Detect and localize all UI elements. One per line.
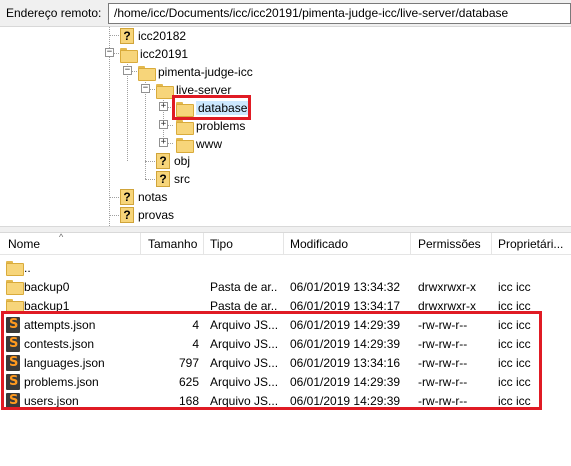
file-permissions: drwxrwxr-x [418, 280, 476, 294]
file-type: Pasta de ar... [210, 280, 278, 294]
folder-icon [120, 47, 138, 63]
unknown-folder-icon: ? [120, 189, 134, 205]
tree-item-label: icc20182 [138, 29, 187, 43]
tree-item-label: icc20191 [140, 47, 189, 61]
column-header-modified[interactable]: Modificado [290, 237, 348, 251]
folder-icon [6, 279, 24, 295]
tree-item-label: obj [174, 154, 191, 168]
column-header-size[interactable]: Tamanho [148, 237, 197, 251]
json-files-highlight-box [1, 311, 542, 410]
unknown-folder-icon: ? [120, 207, 134, 223]
database-highlight-box [172, 95, 251, 120]
column-header-name[interactable]: Nome [8, 237, 40, 251]
file-list-header: ^ Nome Tamanho Tipo Modificado Permissõe… [0, 232, 571, 255]
file-name: backup0 [24, 280, 70, 294]
tree-item-label: problems [196, 119, 246, 133]
tree-item-label: src [174, 172, 190, 186]
folder-icon [6, 260, 24, 276]
remote-path-label: Endereço remoto: [6, 6, 102, 20]
tree-item-icc20182[interactable]: ? icc20182 [120, 27, 186, 45]
tree-item-label: provas [138, 208, 175, 222]
expand-icon[interactable]: + [159, 138, 168, 147]
tree-item-www[interactable]: www [176, 135, 222, 153]
file-owner: icc icc [498, 280, 531, 294]
tree-item-pimenta-judge-icc[interactable]: pimenta-judge-icc [138, 63, 253, 81]
collapse-icon[interactable]: − [105, 48, 114, 57]
remote-path-input[interactable]: /home/icc/Documents/icc/icc20191/pimenta… [108, 3, 571, 24]
tree-item-notas[interactable]: ? notas [120, 188, 167, 206]
expand-icon[interactable]: + [159, 102, 168, 111]
collapse-icon[interactable]: − [141, 84, 150, 93]
expand-icon[interactable]: + [159, 120, 168, 129]
remote-directory-tree[interactable]: − − − + + + ? icc20182 icc20191 pimenta-… [0, 27, 571, 226]
list-item[interactable]: .. [0, 258, 571, 277]
sort-ascending-icon: ^ [59, 232, 64, 242]
folder-icon [6, 298, 24, 314]
collapse-icon[interactable]: − [123, 66, 132, 75]
tree-item-label: notas [138, 190, 168, 204]
column-header-permissions[interactable]: Permissões [418, 237, 481, 251]
folder-icon [138, 65, 156, 81]
tree-item-label: pimenta-judge-icc [158, 65, 253, 79]
file-modified: 06/01/2019 13:34:32 [290, 280, 401, 294]
folder-icon [176, 137, 194, 153]
tree-item-icc20191[interactable]: icc20191 [120, 45, 188, 63]
remote-path-bar: Endereço remoto: /home/icc/Documents/icc… [0, 0, 571, 27]
unknown-folder-icon: ? [120, 28, 134, 44]
folder-icon [176, 119, 194, 135]
column-header-type[interactable]: Tipo [210, 237, 233, 251]
remote-file-list[interactable]: .. backup0 Pasta de ar... 06/01/2019 13:… [0, 255, 571, 466]
file-name: .. [24, 261, 31, 275]
column-header-owner[interactable]: Proprietári... [498, 237, 563, 251]
tree-item-obj[interactable]: ? obj [156, 152, 190, 170]
tree-item-src[interactable]: ? src [156, 170, 190, 188]
pane-splitter[interactable] [0, 226, 571, 233]
unknown-folder-icon: ? [156, 153, 170, 169]
tree-item-label: www [196, 137, 222, 151]
unknown-folder-icon: ? [156, 171, 170, 187]
tree-item-provas[interactable]: ? provas [120, 206, 174, 224]
folder-icon [156, 83, 174, 99]
list-item[interactable]: backup0 Pasta de ar... 06/01/2019 13:34:… [0, 277, 571, 296]
